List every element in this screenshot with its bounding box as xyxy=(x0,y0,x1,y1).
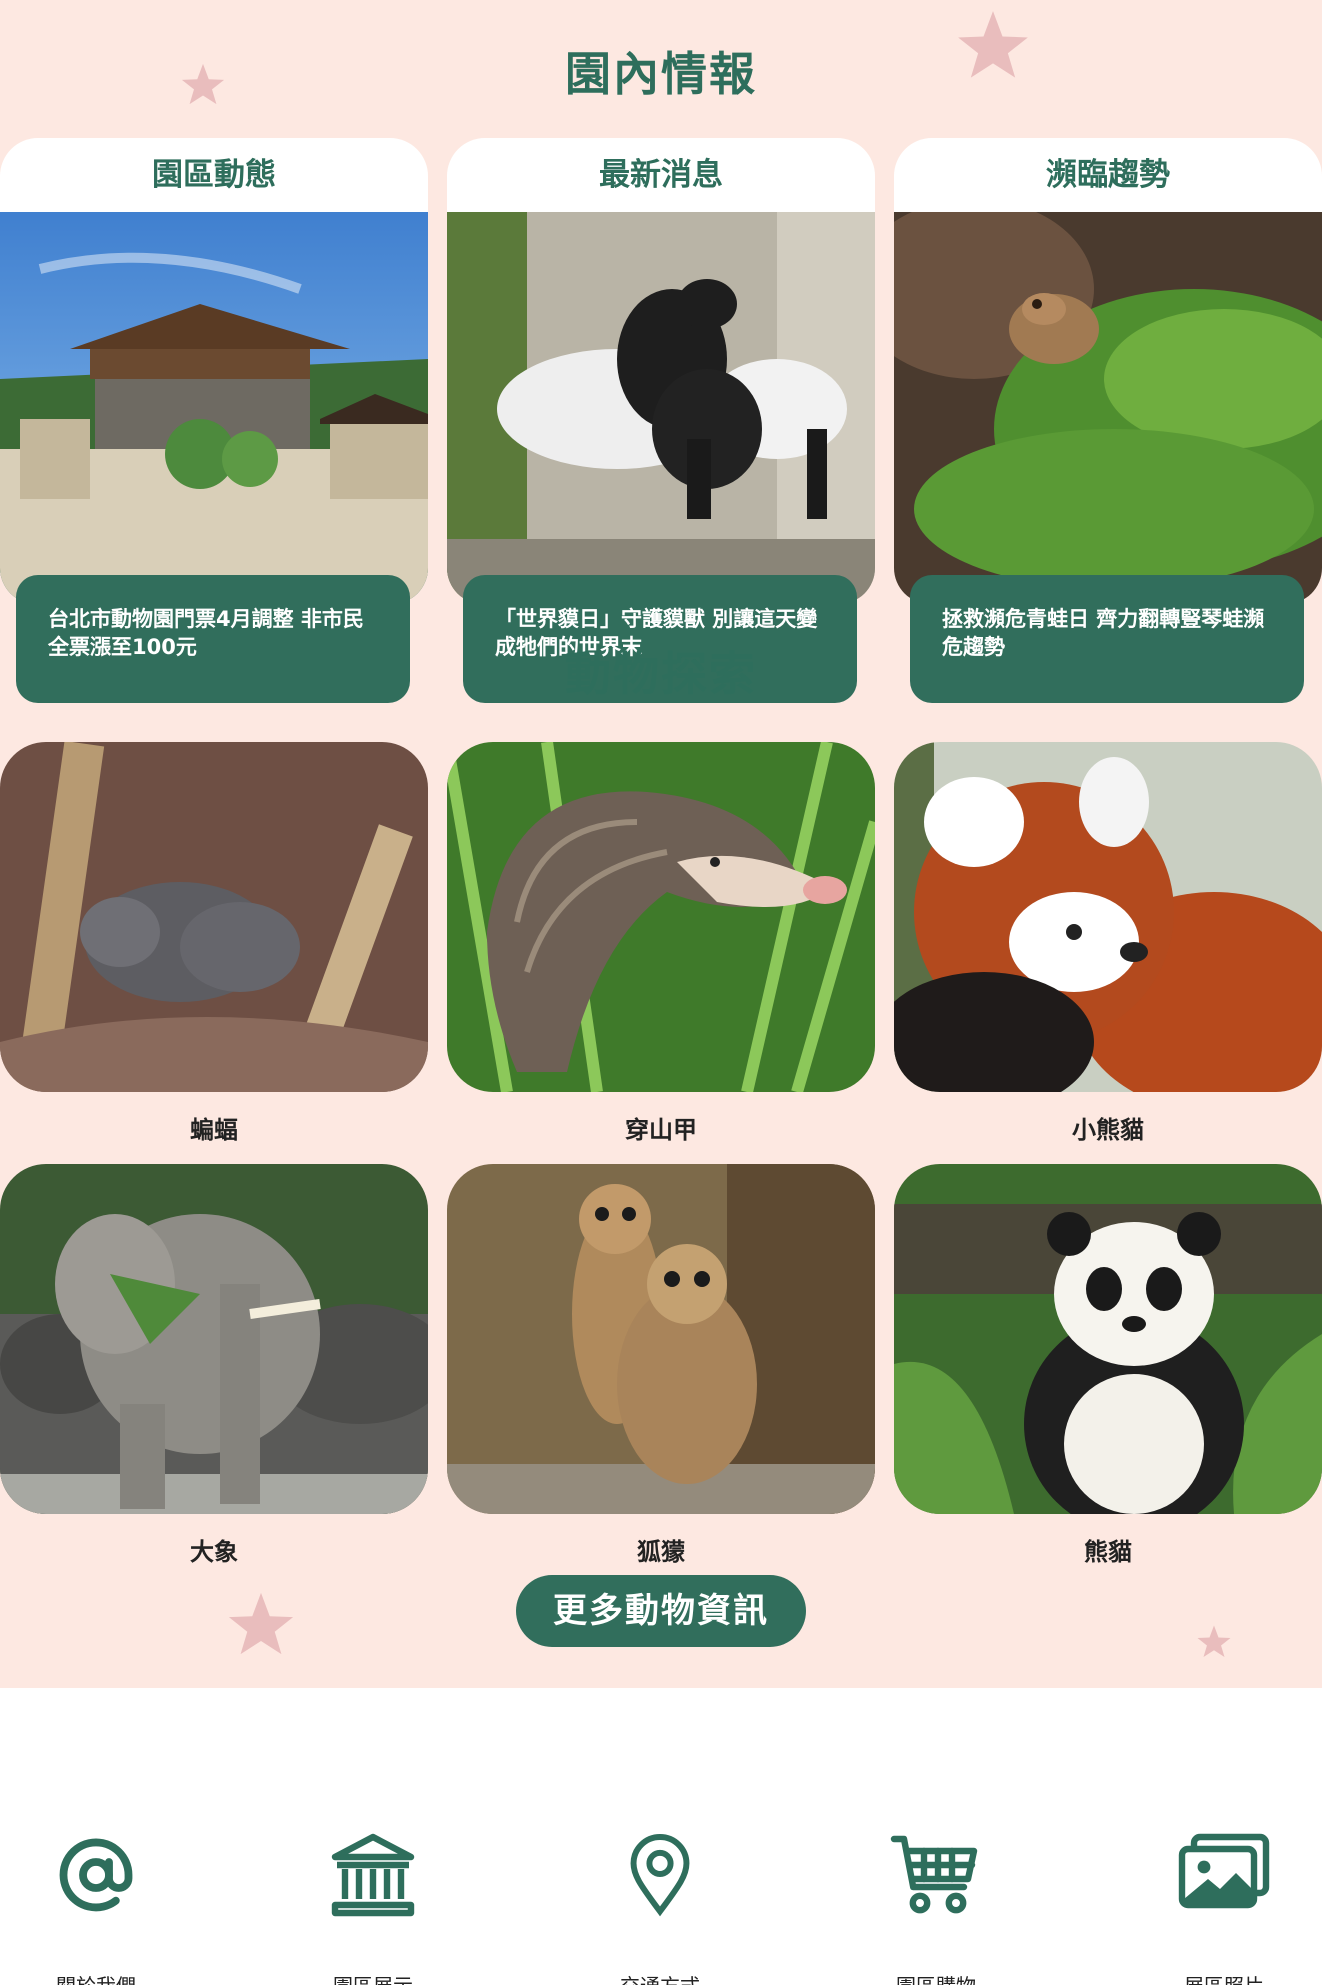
tab-endangered-trends[interactable]: 瀕臨趨勢 xyxy=(894,138,1322,212)
animal-photo-red-panda xyxy=(894,742,1322,1092)
footer-item-photos[interactable]: 展區照片 xyxy=(1114,1820,1322,1985)
animal-name: 狐獴 xyxy=(637,1538,685,1566)
more-animals-button[interactable]: 更多動物資訊 xyxy=(516,1575,806,1647)
footer-item-about-us[interactable]: 關於我們 xyxy=(0,1820,206,1985)
animal-card-panda[interactable]: 熊貓 xyxy=(894,1164,1322,1567)
animal-name: 小熊貓 xyxy=(1072,1116,1144,1144)
footer-item-transportation[interactable]: 交通方式 xyxy=(550,1820,770,1985)
animal-name: 熊貓 xyxy=(1084,1538,1132,1566)
animal-card-red-panda[interactable]: 小熊貓 xyxy=(894,742,1322,1145)
animal-photo-elephant xyxy=(0,1164,428,1514)
museum-building-icon xyxy=(263,1820,483,1930)
footer-item-shopping[interactable]: 園區購物 xyxy=(826,1820,1046,1985)
animal-explore-title: 動物探索 xyxy=(565,647,757,701)
shopping-cart-icon xyxy=(826,1820,1046,1930)
animal-name: 大象 xyxy=(190,1538,238,1566)
animal-photo-panda xyxy=(894,1164,1322,1514)
news-card-endangered-trends[interactable]: 瀕臨趨勢 拯救瀕危青蛙日 齊力翻轉豎琴蛙瀕危趨勢 xyxy=(894,138,1322,703)
animal-photo-meerkat xyxy=(447,1164,875,1514)
map-pin-icon xyxy=(550,1820,770,1930)
news-image-zoo-entrance xyxy=(0,209,428,604)
at-sign-icon xyxy=(0,1820,206,1930)
footer-label: 關於我們 xyxy=(0,1970,206,1985)
news-image-tapirs xyxy=(447,209,875,604)
animal-photo-pangolin xyxy=(447,742,875,1092)
footer-label: 展區照片 xyxy=(1114,1970,1322,1985)
animal-card-elephant[interactable]: 大象 xyxy=(0,1164,428,1567)
content-background: 園內情報 園區動態 台北市動物園門票4月調整 非市民全票漲至100元 最新消息 … xyxy=(0,0,1322,1688)
star-icon xyxy=(226,1590,296,1660)
star-icon xyxy=(1196,1624,1232,1660)
news-image-harp-frog xyxy=(894,209,1322,604)
news-card-park-updates[interactable]: 園區動態 台北市動物園門票4月調整 非市民全票漲至100元 xyxy=(0,138,428,703)
animal-photo-bat xyxy=(0,742,428,1092)
footer-label: 園區購物 xyxy=(826,1970,1046,1985)
animal-card-bat[interactable]: 蝙蝠 xyxy=(0,742,428,1145)
news-card-latest-news[interactable]: 最新消息 「世界貘日」守護貘獸 別讓這天變成牠們的世界末 xyxy=(447,138,875,703)
footer-label: 交通方式 xyxy=(550,1970,770,1985)
tab-park-updates[interactable]: 園區動態 xyxy=(0,138,428,212)
photo-gallery-icon xyxy=(1114,1820,1322,1930)
animal-card-pangolin[interactable]: 穿山甲 xyxy=(447,742,875,1145)
animal-name: 蝙蝠 xyxy=(190,1116,238,1144)
animal-card-meerkat[interactable]: 狐獴 xyxy=(447,1164,875,1567)
footer-item-exhibits[interactable]: 園區展示 xyxy=(263,1820,483,1985)
animal-name: 穿山甲 xyxy=(625,1116,697,1144)
footer-label: 園區展示 xyxy=(263,1970,483,1985)
tab-latest-news[interactable]: 最新消息 xyxy=(447,138,875,212)
park-info-title: 園內情報 xyxy=(565,47,757,101)
